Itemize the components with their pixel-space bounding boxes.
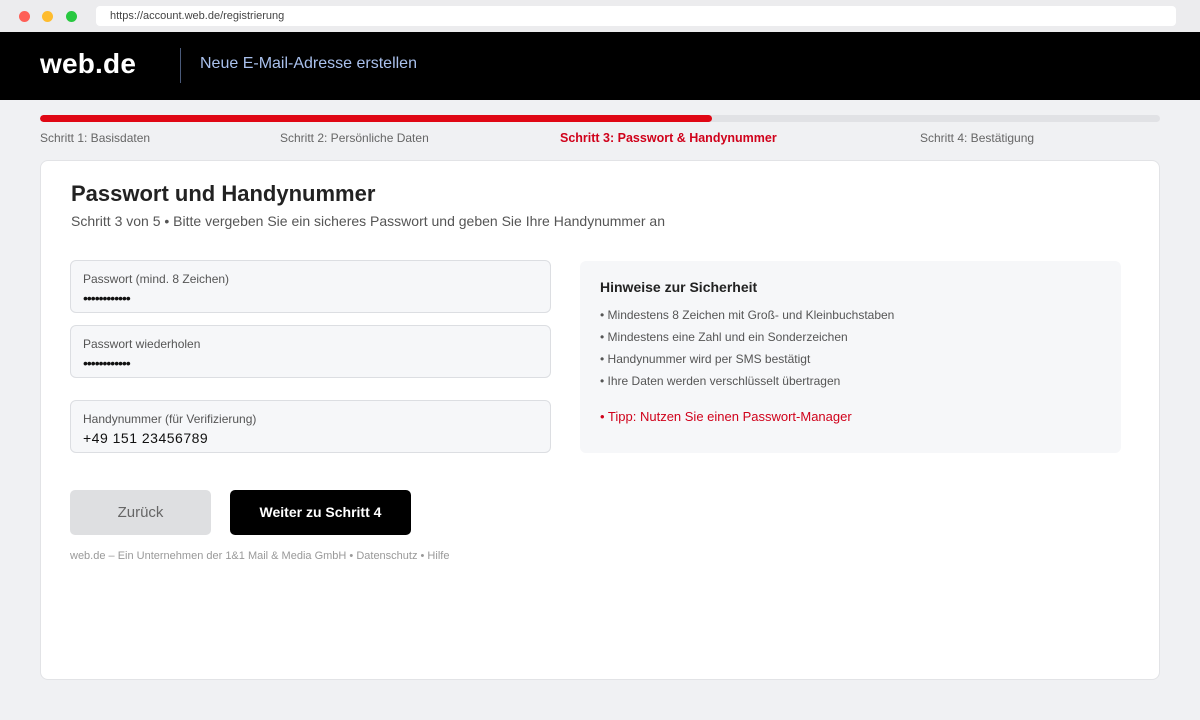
hint-item: • Handynummer wird per SMS bestätigt	[600, 352, 811, 366]
step-3-label-active: Schritt 3: Passwort & Handynummer	[560, 131, 777, 145]
window-close-button[interactable]	[19, 11, 30, 22]
phone-input[interactable]	[83, 428, 533, 448]
address-bar[interactable]: https://account.web.de/registrierung	[96, 6, 1176, 26]
site-header: web.de Neue E-Mail-Adresse erstellen	[0, 32, 1200, 100]
hint-item: • Mindestens eine Zahl und ein Sonderzei…	[600, 330, 848, 344]
security-hints-panel: Hinweise zur Sicherheit • Mindestens 8 Z…	[580, 261, 1121, 453]
hint-item: • Mindestens 8 Zeichen mit Groß- und Kle…	[600, 308, 895, 322]
site-logo[interactable]: web.de	[40, 48, 136, 80]
footer-text: web.de – Ein Unternehmen der 1&1 Mail & …	[70, 550, 450, 562]
registration-card: Passwort und Handynummer Schritt 3 von 5…	[40, 160, 1160, 680]
back-button[interactable]: Zurück	[70, 490, 211, 535]
next-step-button[interactable]: Weiter zu Schritt 4	[230, 490, 411, 535]
hint-tip: • Tipp: Nutzen Sie einen Passwort-Manage…	[600, 409, 852, 424]
header-title: Neue E-Mail-Adresse erstellen	[200, 55, 417, 72]
window-maximize-button[interactable]	[66, 11, 77, 22]
hints-title: Hinweise zur Sicherheit	[600, 279, 758, 295]
page-title: Passwort und Handynummer	[71, 181, 376, 206]
password-repeat-field[interactable]: Passwort wiederholen	[70, 325, 551, 378]
step-1-label: Schritt 1: Basisdaten	[40, 131, 151, 145]
password-input[interactable]	[83, 288, 533, 308]
password-repeat-input[interactable]	[83, 353, 533, 373]
hint-item: • Ihre Daten werden verschlüsselt übertr…	[600, 374, 841, 388]
progress-bar-fill	[40, 115, 712, 122]
phone-field[interactable]: Handynummer (für Verifizierung)	[70, 400, 551, 453]
progress-bar	[40, 115, 1160, 122]
password-repeat-label: Passwort wiederholen	[83, 337, 201, 351]
step-4-label: Schritt 4: Bestätigung	[920, 131, 1035, 145]
header-divider	[180, 48, 181, 83]
page-subtitle: Schritt 3 von 5 • Bitte vergeben Sie ein…	[71, 213, 666, 229]
step-2-label: Schritt 2: Persönliche Daten	[280, 131, 429, 145]
browser-chrome: https://account.web.de/registrierung	[0, 0, 1200, 32]
password-field[interactable]: Passwort (mind. 8 Zeichen)	[70, 260, 551, 313]
password-label: Passwort (mind. 8 Zeichen)	[83, 272, 230, 286]
window-minimize-button[interactable]	[42, 11, 53, 22]
phone-label: Handynummer (für Verifizierung)	[83, 412, 257, 426]
